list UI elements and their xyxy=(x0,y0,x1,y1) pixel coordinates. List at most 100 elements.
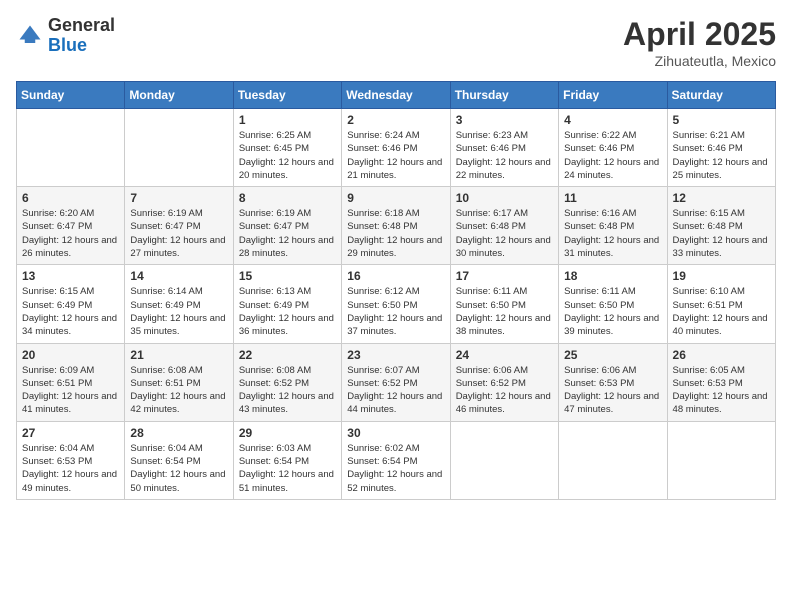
day-number: 15 xyxy=(239,269,336,283)
logo-text: General Blue xyxy=(48,16,115,56)
calendar-cell: 26 Sunrise: 6:05 AMSunset: 6:53 PMDayligh… xyxy=(667,343,775,421)
day-number: 25 xyxy=(564,348,661,362)
weekday-header-row: SundayMondayTuesdayWednesdayThursdayFrid… xyxy=(17,82,776,109)
day-number: 13 xyxy=(22,269,119,283)
calendar-cell xyxy=(17,109,125,187)
calendar-cell: 8 Sunrise: 6:19 AMSunset: 6:47 PMDaylight… xyxy=(233,187,341,265)
month-title: April 2025 xyxy=(623,16,776,53)
day-info: Sunrise: 6:19 AMSunset: 6:47 PMDaylight:… xyxy=(239,207,336,260)
weekday-header: Thursday xyxy=(450,82,558,109)
day-info: Sunrise: 6:14 AMSunset: 6:49 PMDaylight:… xyxy=(130,285,227,338)
calendar-cell: 19 Sunrise: 6:10 AMSunset: 6:51 PMDayligh… xyxy=(667,265,775,343)
calendar-cell: 11Sunrise: 6:16 AMSunset: 6:48 PMDayligh… xyxy=(559,187,667,265)
day-number: 23 xyxy=(347,348,444,362)
calendar-cell: 9 Sunrise: 6:18 AMSunset: 6:48 PMDaylight… xyxy=(342,187,450,265)
day-number: 10 xyxy=(456,191,553,205)
calendar-cell: 13 Sunrise: 6:15 AMSunset: 6:49 PMDayligh… xyxy=(17,265,125,343)
calendar-cell: 15 Sunrise: 6:13 AMSunset: 6:49 PMDayligh… xyxy=(233,265,341,343)
day-number: 22 xyxy=(239,348,336,362)
day-number: 18 xyxy=(564,269,661,283)
title-block: April 2025 Zihuateutla, Mexico xyxy=(623,16,776,69)
day-number: 29 xyxy=(239,426,336,440)
calendar-cell: 23 Sunrise: 6:07 AMSunset: 6:52 PMDayligh… xyxy=(342,343,450,421)
day-number: 20 xyxy=(22,348,119,362)
calendar-cell: 10 Sunrise: 6:17 AMSunset: 6:48 PMDayligh… xyxy=(450,187,558,265)
calendar-week-row: 1 Sunrise: 6:25 AMSunset: 6:45 PMDaylight… xyxy=(17,109,776,187)
calendar-cell xyxy=(450,421,558,499)
day-info: Sunrise: 6:08 AMSunset: 6:52 PMDaylight:… xyxy=(239,364,336,417)
day-info: Sunrise: 6:19 AMSunset: 6:47 PMDaylight:… xyxy=(130,207,227,260)
calendar-cell: 30 Sunrise: 6:02 AMSunset: 6:54 PMDayligh… xyxy=(342,421,450,499)
day-info: Sunrise: 6:17 AMSunset: 6:48 PMDaylight:… xyxy=(456,207,553,260)
day-info: Sunrise: 6:13 AMSunset: 6:49 PMDaylight:… xyxy=(239,285,336,338)
logo-icon xyxy=(16,22,44,50)
calendar-week-row: 27Sunrise: 6:04 AMSunset: 6:53 PMDayligh… xyxy=(17,421,776,499)
day-number: 7 xyxy=(130,191,227,205)
weekday-header: Tuesday xyxy=(233,82,341,109)
day-number: 11 xyxy=(564,191,661,205)
calendar-cell: 3Sunrise: 6:23 AMSunset: 6:46 PMDaylight… xyxy=(450,109,558,187)
day-info: Sunrise: 6:11 AMSunset: 6:50 PMDaylight:… xyxy=(564,285,661,338)
day-info: Sunrise: 6:11 AMSunset: 6:50 PMDaylight:… xyxy=(456,285,553,338)
calendar-cell: 12 Sunrise: 6:15 AMSunset: 6:48 PMDayligh… xyxy=(667,187,775,265)
calendar-cell xyxy=(667,421,775,499)
calendar-cell: 21 Sunrise: 6:08 AMSunset: 6:51 PMDayligh… xyxy=(125,343,233,421)
day-info: Sunrise: 6:15 AMSunset: 6:49 PMDaylight:… xyxy=(22,285,119,338)
weekday-header: Sunday xyxy=(17,82,125,109)
day-number: 27 xyxy=(22,426,119,440)
location: Zihuateutla, Mexico xyxy=(623,53,776,69)
day-number: 9 xyxy=(347,191,444,205)
calendar-cell: 24Sunrise: 6:06 AMSunset: 6:52 PMDayligh… xyxy=(450,343,558,421)
calendar-cell: 6 Sunrise: 6:20 AMSunset: 6:47 PMDaylight… xyxy=(17,187,125,265)
logo: General Blue xyxy=(16,16,115,56)
day-number: 1 xyxy=(239,113,336,127)
day-info: Sunrise: 6:22 AMSunset: 6:46 PMDaylight:… xyxy=(564,129,661,182)
calendar-cell: 5Sunrise: 6:21 AMSunset: 6:46 PMDaylight… xyxy=(667,109,775,187)
day-number: 19 xyxy=(673,269,770,283)
day-number: 28 xyxy=(130,426,227,440)
day-info: Sunrise: 6:25 AMSunset: 6:45 PMDaylight:… xyxy=(239,129,336,182)
day-number: 2 xyxy=(347,113,444,127)
calendar-cell: 22 Sunrise: 6:08 AMSunset: 6:52 PMDayligh… xyxy=(233,343,341,421)
day-number: 26 xyxy=(673,348,770,362)
day-info: Sunrise: 6:18 AMSunset: 6:48 PMDaylight:… xyxy=(347,207,444,260)
calendar-cell: 14Sunrise: 6:14 AMSunset: 6:49 PMDayligh… xyxy=(125,265,233,343)
day-info: Sunrise: 6:10 AMSunset: 6:51 PMDaylight:… xyxy=(673,285,770,338)
calendar-cell: 28 Sunrise: 6:04 AMSunset: 6:54 PMDayligh… xyxy=(125,421,233,499)
day-info: Sunrise: 6:03 AMSunset: 6:54 PMDaylight:… xyxy=(239,442,336,495)
calendar-cell: 25 Sunrise: 6:06 AMSunset: 6:53 PMDayligh… xyxy=(559,343,667,421)
day-info: Sunrise: 6:20 AMSunset: 6:47 PMDaylight:… xyxy=(22,207,119,260)
day-info: Sunrise: 6:24 AMSunset: 6:46 PMDaylight:… xyxy=(347,129,444,182)
weekday-header: Saturday xyxy=(667,82,775,109)
day-number: 12 xyxy=(673,191,770,205)
calendar-cell: 18 Sunrise: 6:11 AMSunset: 6:50 PMDayligh… xyxy=(559,265,667,343)
logo-blue: Blue xyxy=(48,35,87,55)
calendar-cell: 29 Sunrise: 6:03 AMSunset: 6:54 PMDayligh… xyxy=(233,421,341,499)
day-info: Sunrise: 6:09 AMSunset: 6:51 PMDaylight:… xyxy=(22,364,119,417)
day-number: 3 xyxy=(456,113,553,127)
day-info: Sunrise: 6:06 AMSunset: 6:53 PMDaylight:… xyxy=(564,364,661,417)
day-info: Sunrise: 6:15 AMSunset: 6:48 PMDaylight:… xyxy=(673,207,770,260)
calendar-cell: 17Sunrise: 6:11 AMSunset: 6:50 PMDayligh… xyxy=(450,265,558,343)
day-info: Sunrise: 6:08 AMSunset: 6:51 PMDaylight:… xyxy=(130,364,227,417)
calendar-cell xyxy=(125,109,233,187)
day-info: Sunrise: 6:04 AMSunset: 6:54 PMDaylight:… xyxy=(130,442,227,495)
day-info: Sunrise: 6:05 AMSunset: 6:53 PMDaylight:… xyxy=(673,364,770,417)
calendar-cell xyxy=(559,421,667,499)
calendar-week-row: 6 Sunrise: 6:20 AMSunset: 6:47 PMDaylight… xyxy=(17,187,776,265)
calendar-cell: 4Sunrise: 6:22 AMSunset: 6:46 PMDaylight… xyxy=(559,109,667,187)
day-number: 24 xyxy=(456,348,553,362)
weekday-header: Wednesday xyxy=(342,82,450,109)
calendar-cell: 7 Sunrise: 6:19 AMSunset: 6:47 PMDaylight… xyxy=(125,187,233,265)
day-info: Sunrise: 6:07 AMSunset: 6:52 PMDaylight:… xyxy=(347,364,444,417)
calendar-cell: 20 Sunrise: 6:09 AMSunset: 6:51 PMDayligh… xyxy=(17,343,125,421)
weekday-header: Monday xyxy=(125,82,233,109)
day-info: Sunrise: 6:02 AMSunset: 6:54 PMDaylight:… xyxy=(347,442,444,495)
day-number: 6 xyxy=(22,191,119,205)
day-info: Sunrise: 6:12 AMSunset: 6:50 PMDaylight:… xyxy=(347,285,444,338)
day-number: 21 xyxy=(130,348,227,362)
day-number: 8 xyxy=(239,191,336,205)
calendar-cell: 2 Sunrise: 6:24 AMSunset: 6:46 PMDaylight… xyxy=(342,109,450,187)
day-number: 30 xyxy=(347,426,444,440)
day-info: Sunrise: 6:21 AMSunset: 6:46 PMDaylight:… xyxy=(673,129,770,182)
